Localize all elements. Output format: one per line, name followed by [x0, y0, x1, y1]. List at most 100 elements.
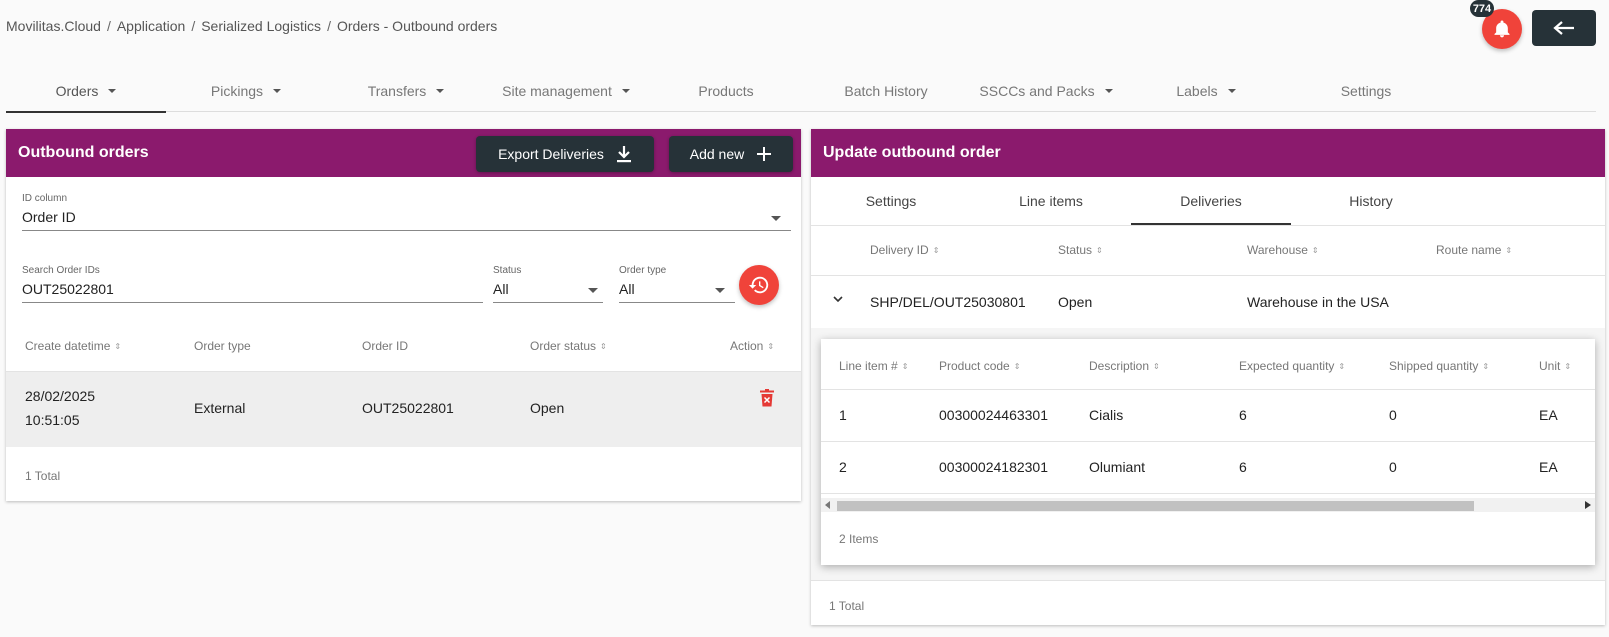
nav-tab-label: Orders [55, 83, 99, 99]
column-header-label: Action [730, 339, 764, 353]
chevron-down-icon[interactable] [715, 288, 725, 293]
chevron-down-icon[interactable] [833, 296, 843, 303]
breadcrumb-item[interactable]: Movilitas.Cloud [6, 18, 101, 34]
tab-history[interactable]: History [1291, 177, 1451, 225]
cell-warehouse: Warehouse in the USA [1247, 294, 1389, 310]
nav-tab-ssccs-packs[interactable]: SSCCs and Packs [966, 70, 1126, 112]
chevron-down-icon[interactable] [771, 216, 781, 221]
breadcrumb-item[interactable]: Serialized Logistics [201, 18, 321, 34]
column-header-product-code[interactable]: Product code ⇕ [939, 359, 1020, 373]
horizontal-scrollbar[interactable] [821, 498, 1595, 512]
sort-icon: ⇕ [1564, 362, 1572, 372]
breadcrumb-item[interactable]: Orders - Outbound orders [337, 18, 497, 34]
search-input[interactable]: OUT25022801 [22, 281, 114, 297]
column-header-label: Order status [530, 339, 597, 353]
tab-settings[interactable]: Settings [811, 177, 971, 225]
nav-tab-transfers[interactable]: Transfers [326, 70, 486, 112]
column-header-label: Unit [1539, 359, 1561, 373]
divider [493, 302, 603, 303]
column-header-label: Product code [939, 359, 1010, 373]
cell-shipped-quantity: 0 [1389, 407, 1397, 423]
column-header-order-status[interactable]: Order status ⇕ [530, 339, 607, 353]
add-new-button[interactable]: Add new [669, 136, 793, 172]
column-header-line-item[interactable]: Line item # ⇕ [839, 359, 908, 373]
total-count: 1 Total [829, 599, 865, 613]
column-header-label: Status [1058, 243, 1093, 257]
sort-icon: ⇕ [1482, 362, 1490, 372]
breadcrumb-separator: / [106, 18, 111, 34]
id-column-select[interactable]: Order ID [22, 209, 76, 225]
scroll-left-icon[interactable] [825, 501, 831, 509]
nav-tab-batch-history[interactable]: Batch History [806, 70, 966, 112]
tab-line-items[interactable]: Line items [971, 177, 1131, 225]
breadcrumb: Movilitas.Cloud / Application / Serializ… [6, 18, 497, 34]
column-header-unit[interactable]: Unit ⇕ [1539, 359, 1571, 373]
download-icon [616, 146, 631, 163]
breadcrumb-item[interactable]: Application [117, 18, 186, 34]
sort-icon: ⇕ [114, 342, 122, 352]
id-column-label: ID column [22, 193, 68, 204]
nav-tab-site-management[interactable]: Site management [486, 70, 646, 112]
nav-tab-pickings[interactable]: Pickings [166, 70, 326, 112]
history-icon [748, 276, 769, 294]
notification-count-badge: 774 [1470, 0, 1494, 17]
status-select[interactable]: All [493, 281, 509, 297]
back-button[interactable] [1532, 10, 1596, 46]
scrollbar-thumb[interactable] [837, 501, 1474, 511]
total-count: 1 Total [25, 469, 61, 483]
order-type-select[interactable]: All [619, 281, 635, 297]
nav-tab-settings[interactable]: Settings [1286, 70, 1446, 112]
column-header-shipped-quantity[interactable]: Shipped quantity ⇕ [1389, 359, 1489, 373]
nav-tab-labels[interactable]: Labels [1126, 70, 1286, 112]
column-header-description[interactable]: Description ⇕ [1089, 359, 1160, 373]
nav-tab-label: Settings [1340, 83, 1392, 99]
nav-tab-label: Labels [1176, 83, 1218, 99]
table-row[interactable]: SHP/DEL/OUT25030801 Open Warehouse in th… [811, 276, 1605, 328]
sort-icon: ⇕ [1338, 362, 1346, 372]
cell-order-id: OUT25022801 [362, 400, 454, 416]
caret-down-icon [436, 89, 445, 93]
sort-icon: ⇕ [600, 342, 607, 352]
main-nav: Orders Pickings Transfers Site managemen… [6, 70, 1596, 113]
plus-icon [757, 147, 772, 161]
cell-line-no: 2 [839, 459, 847, 475]
column-header-route-name[interactable]: Route name ⇕ [1436, 243, 1512, 257]
cell-unit: EA [1539, 407, 1558, 423]
search-label: Search Order IDs [22, 265, 100, 276]
nav-tab-label: Site management [502, 83, 612, 99]
cell-status: Open [1058, 294, 1093, 310]
caret-down-icon [621, 89, 630, 93]
column-header-warehouse[interactable]: Warehouse ⇕ [1247, 243, 1319, 257]
panel-title: Outbound orders [18, 144, 149, 161]
delete-icon[interactable] [759, 389, 775, 407]
column-header-action[interactable]: Action ⇕ [730, 339, 774, 353]
scroll-right-icon[interactable] [1585, 501, 1591, 509]
divider [619, 302, 735, 303]
reset-filters-button[interactable] [739, 265, 779, 305]
button-label: Export Deliveries [498, 146, 604, 162]
outbound-orders-panel: Outbound orders Export Deliveries Add ne… [6, 129, 801, 501]
column-header-delivery-id[interactable]: Delivery ID ⇕ [870, 243, 939, 257]
column-header-create-datetime[interactable]: Create datetime ⇕ [25, 339, 121, 353]
cell-order-status: Open [530, 400, 565, 416]
cell-order-type: External [194, 400, 246, 416]
column-header-expected-quantity[interactable]: Expected quantity ⇕ [1239, 359, 1345, 373]
nav-tab-products[interactable]: Products [646, 70, 806, 112]
sort-icon: ⇕ [1505, 246, 1513, 256]
tab-deliveries[interactable]: Deliveries [1131, 177, 1291, 225]
sort-icon: ⇕ [901, 362, 909, 372]
chevron-down-icon[interactable] [588, 288, 598, 293]
sort-icon: ⇕ [1153, 362, 1160, 372]
table-row[interactable]: 28/02/2025 10:51:05 External OUT25022801… [6, 372, 801, 447]
divider [811, 225, 1605, 226]
column-header-status[interactable]: Status ⇕ [1058, 243, 1103, 257]
nav-tab-orders[interactable]: Orders [6, 70, 166, 113]
update-outbound-order-panel: Update outbound order Settings Line item… [811, 129, 1605, 625]
cell-shipped-quantity: 0 [1389, 459, 1397, 475]
cell-line-no: 1 [839, 407, 847, 423]
cell-unit: EA [1539, 459, 1558, 475]
panel-header: Update outbound order [811, 129, 1605, 177]
column-header-label: Delivery ID [870, 243, 929, 257]
export-deliveries-button[interactable]: Export Deliveries [476, 136, 654, 172]
cell-date: 28/02/2025 [25, 388, 96, 404]
